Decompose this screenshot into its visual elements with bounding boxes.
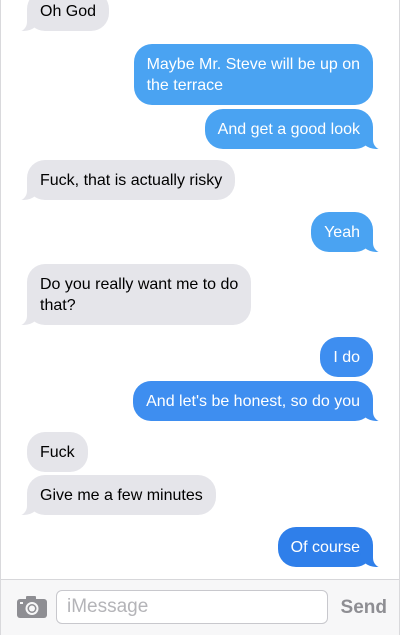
message-bubble-outgoing: And get a good look: [204, 109, 388, 150]
message-bubble-outgoing: Of course: [277, 527, 388, 568]
message-text: And get a good look: [217, 121, 360, 138]
message-text: Yeah: [324, 224, 360, 241]
message-bubble-outgoing: I do: [320, 337, 373, 377]
message-text: I do: [333, 349, 360, 366]
composer-bar: iMessage Send: [1, 579, 399, 635]
message-bubble-incoming: Oh God: [12, 0, 110, 32]
message-bubble-incoming: Fuck: [27, 432, 88, 472]
message-text: Give me a few minutes: [40, 487, 203, 504]
camera-icon[interactable]: [17, 596, 47, 618]
message-text: Do you really want me to do: [40, 276, 239, 293]
message-text: Oh God: [40, 3, 97, 20]
message-text-line2: the terrace: [146, 77, 224, 94]
message-input[interactable]: iMessage: [56, 590, 328, 624]
message-text: Fuck, that is actually risky: [40, 172, 223, 189]
message-text: And let's be honest, so do you: [146, 393, 360, 410]
message-bubble-outgoing: And let's be honest, so do you: [133, 381, 387, 422]
message-text: Of course: [290, 539, 360, 556]
message-bubble-incoming: Give me a few minutes: [13, 475, 216, 516]
message-bubble-incoming: Fuck, that is actually risky: [12, 160, 236, 201]
message-thread: Oh God Maybe Mr. Steve will be up on the…: [0, 0, 400, 635]
message-bubble-outgoing: Yeah: [311, 212, 387, 253]
message-bubble-outgoing: Maybe Mr. Steve will be up on the terrac…: [133, 44, 373, 105]
message-bubble-incoming: Do you really want me to do that?: [12, 264, 252, 326]
send-button[interactable]: Send: [341, 597, 387, 619]
message-text: Fuck: [40, 444, 75, 461]
message-text: Maybe Mr. Steve will be up on: [146, 56, 360, 73]
message-text-line2: that?: [40, 297, 76, 314]
